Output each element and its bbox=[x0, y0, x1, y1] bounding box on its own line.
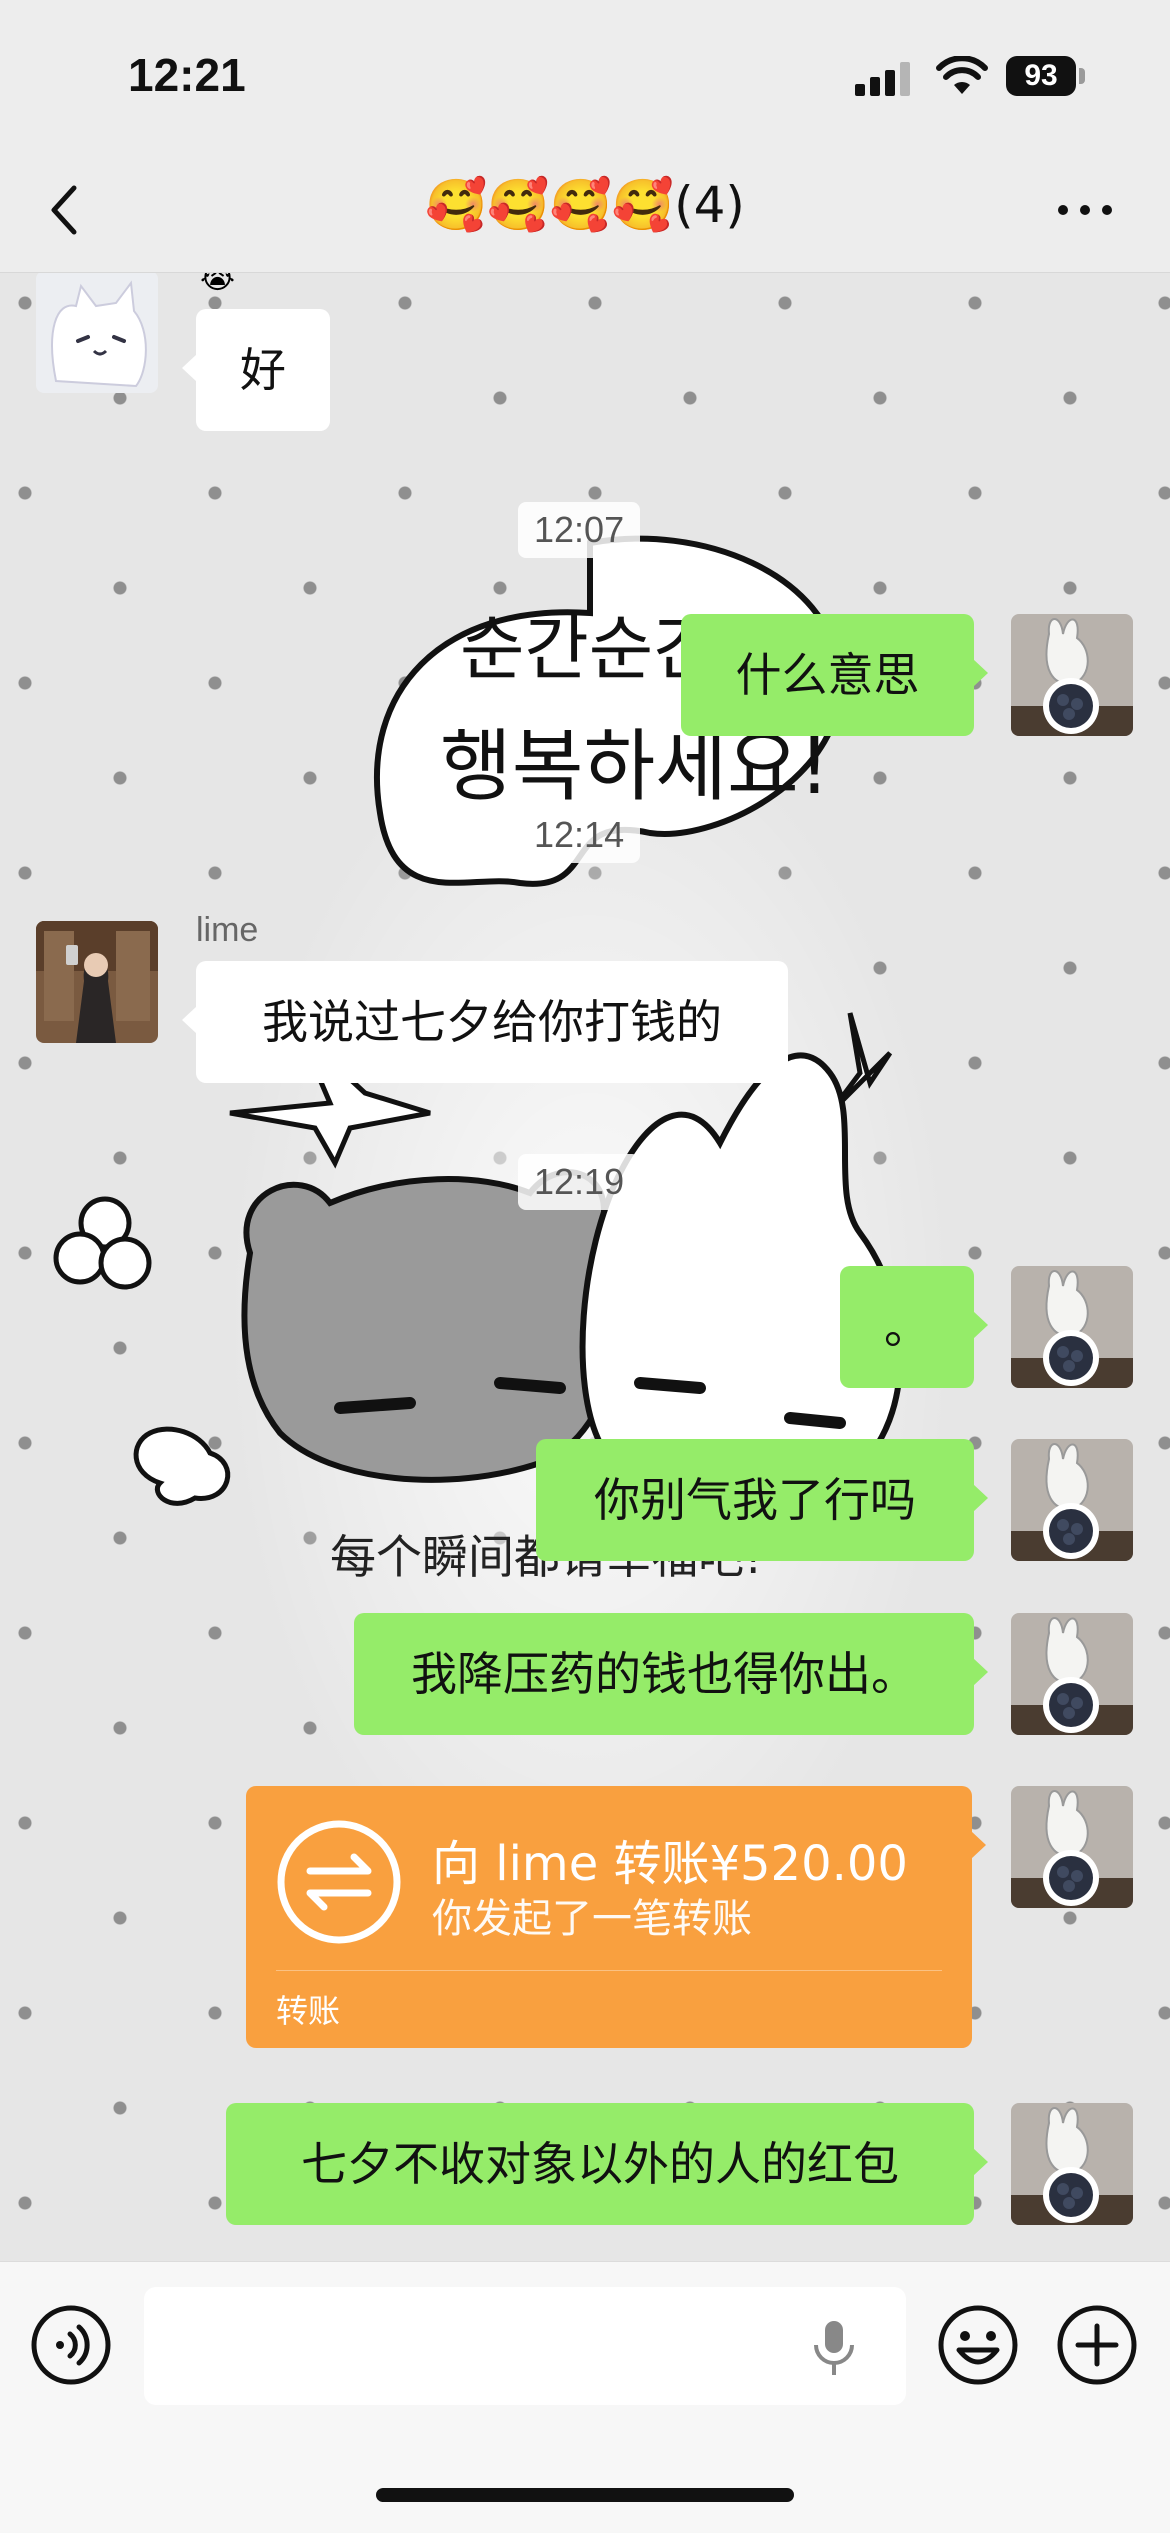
avatar-self[interactable] bbox=[1011, 614, 1133, 736]
message-text: 我说过七夕给你打钱的 bbox=[262, 995, 722, 1049]
more-dots-icon[interactable] bbox=[1055, 195, 1115, 225]
wifi-icon bbox=[936, 56, 988, 94]
self-avatar-icon bbox=[1011, 1613, 1133, 1735]
timestamp: 12:14 bbox=[518, 807, 641, 863]
voice-mode-icon[interactable] bbox=[30, 2304, 112, 2386]
transfer-subtitle: 你发起了一笔转账 bbox=[432, 1896, 752, 1942]
cat-avatar-icon bbox=[36, 273, 158, 393]
transfer-arrows-icon bbox=[277, 1820, 401, 1944]
timestamp: 12:07 bbox=[518, 502, 641, 558]
status-time: 12:21 bbox=[128, 49, 246, 101]
message-bubble-left[interactable]: 好 bbox=[182, 309, 330, 431]
input-bar bbox=[0, 2261, 1170, 2533]
message-text: 我降压药的钱也得你出。 bbox=[411, 1647, 917, 1701]
cellular-signal-icon bbox=[855, 62, 910, 96]
self-avatar-icon bbox=[1011, 1786, 1133, 1908]
group-title[interactable]: 🥰🥰🥰🥰(4) bbox=[0, 176, 1170, 235]
self-avatar-icon bbox=[1011, 2103, 1133, 2225]
message-bubble-right[interactable]: 我降压药的钱也得你出。 bbox=[354, 1613, 988, 1735]
self-avatar-icon bbox=[1011, 1439, 1133, 1561]
transfer-label: 转账 bbox=[276, 1992, 341, 2030]
message-bubble-right[interactable]: 七夕不收对象以外的人的红包 bbox=[226, 2103, 988, 2225]
chat-area[interactable]: 순간순간 행복하세요! 每个瞬间都请幸福吧! 😭 好 bbox=[0, 273, 1170, 2261]
small-emoji-icon: 😭 bbox=[200, 273, 236, 296]
transfer-card[interactable]: 向 lime 转账¥520.00 你发起了一笔转账 转账 bbox=[246, 1786, 986, 2048]
microphone-icon[interactable] bbox=[806, 2317, 862, 2377]
avatar-self[interactable] bbox=[1011, 1266, 1133, 1388]
message-text: 你别气我了行吗 bbox=[594, 1473, 916, 1527]
avatar-self[interactable] bbox=[1011, 1613, 1133, 1735]
message-text: 七夕不收对象以外的人的红包 bbox=[301, 2137, 899, 2191]
wallpaper-korean-line1: 순간순간 bbox=[460, 608, 718, 690]
avatar-self[interactable] bbox=[1011, 1786, 1133, 1908]
chat-header: 🥰🥰🥰🥰(4) bbox=[0, 150, 1170, 273]
timestamp: 12:19 bbox=[518, 1154, 641, 1210]
status-bar: 12:21 93 bbox=[0, 0, 1170, 150]
avatar-self[interactable] bbox=[1011, 1439, 1133, 1561]
battery-indicator: 93 bbox=[1006, 56, 1086, 98]
sender-name: lime bbox=[196, 911, 259, 949]
message-text: 好 bbox=[240, 343, 286, 397]
message-bubble-left[interactable]: 我说过七夕给你打钱的 bbox=[182, 961, 788, 1083]
avatar-lime[interactable] bbox=[36, 921, 158, 1043]
message-text: 什么意思 bbox=[735, 648, 920, 702]
avatar-cat[interactable] bbox=[36, 273, 158, 393]
plus-icon[interactable] bbox=[1056, 2304, 1138, 2386]
message-input[interactable] bbox=[144, 2287, 906, 2405]
battery-level: 93 bbox=[1006, 56, 1076, 96]
lime-avatar-icon bbox=[36, 921, 158, 1043]
avatar-self[interactable] bbox=[1011, 2103, 1133, 2225]
self-avatar-icon bbox=[1011, 1266, 1133, 1388]
message-bubble-right[interactable]: 什么意思 bbox=[681, 614, 988, 736]
message-bubble-right[interactable]: 。 bbox=[840, 1266, 988, 1388]
message-bubble-right[interactable]: 你别气我了行吗 bbox=[536, 1439, 988, 1561]
home-indicator bbox=[376, 2488, 794, 2502]
transfer-divider bbox=[276, 1970, 942, 1971]
emoji-icon[interactable] bbox=[937, 2304, 1019, 2386]
battery-tip bbox=[1079, 68, 1085, 84]
transfer-title: 向 lime 转账¥520.00 bbox=[432, 1836, 908, 1892]
message-text: 。 bbox=[884, 1300, 930, 1354]
self-avatar-icon bbox=[1011, 614, 1133, 736]
